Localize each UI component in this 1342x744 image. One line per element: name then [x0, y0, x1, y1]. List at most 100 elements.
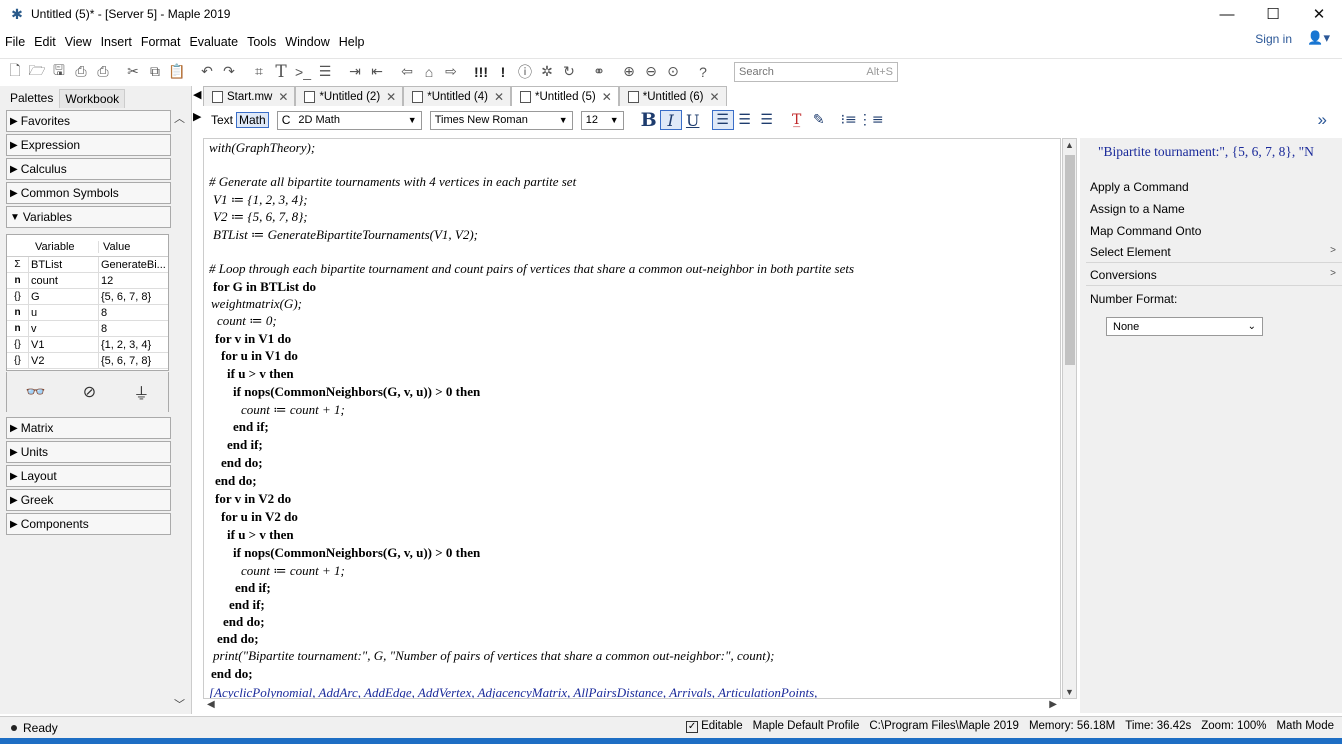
redo-icon[interactable]: ↷ — [218, 61, 240, 83]
worksheet-vertical-scrollbar[interactable]: ▲ ▼ — [1062, 138, 1077, 699]
hide-eye-icon[interactable]: ⊘ — [83, 382, 96, 402]
code-line[interactable]: end if; — [229, 596, 265, 613]
search-input[interactable] — [739, 65, 849, 78]
help-icon[interactable]: ? — [692, 61, 714, 83]
menu-help[interactable]: Help — [334, 35, 369, 49]
column-header-value[interactable]: Value — [99, 241, 168, 253]
code-line[interactable]: end if; — [227, 436, 263, 453]
insert-section-icon[interactable]: ☰ — [314, 61, 336, 83]
menu-insert[interactable]: Insert — [96, 35, 136, 49]
filter-icon[interactable]: ⏚ — [133, 380, 149, 404]
variable-row[interactable]: nu8 — [7, 304, 168, 321]
code-line[interactable]: V1 ≔ {1, 2, 3, 4}; — [213, 191, 308, 208]
copy-icon[interactable]: ⧉ — [144, 61, 166, 83]
context-panel-toggle-icon[interactable]: » — [1318, 110, 1327, 130]
code-line[interactable]: print("Bipartite tournament:", G, "Numbe… — [213, 647, 775, 664]
code-line[interactable]: BTList ≔ GenerateBipartiteTournaments(V1… — [213, 226, 478, 243]
code-line[interactable]: end do; — [223, 613, 265, 630]
code-line[interactable]: for v in V2 do — [215, 490, 291, 507]
highlight-icon[interactable]: ✎ — [808, 110, 830, 130]
menu-file[interactable]: File — [0, 35, 29, 49]
font-dropdown[interactable]: Times New Roman ▼ — [429, 110, 573, 130]
palette-variables[interactable]: ▼ Variables — [6, 206, 171, 228]
text-color-icon[interactable]: T̲ — [786, 110, 808, 130]
code-line[interactable]: if nops(CommonNeighbors(G, v, u)) > 0 th… — [233, 383, 480, 400]
code-line[interactable]: for v in V1 do — [215, 330, 291, 347]
tab-workbook[interactable]: Workbook — [59, 89, 126, 108]
forward-icon[interactable]: ⇨ — [440, 61, 462, 83]
code-line[interactable]: end do; — [221, 454, 263, 471]
code-line[interactable]: if u > v then — [227, 526, 294, 543]
maximize-button[interactable]: ☐ — [1250, 0, 1296, 28]
tab-untitled-2[interactable]: *Untitled (2) ✕ — [295, 86, 404, 106]
code-line[interactable]: for u in V2 do — [221, 508, 298, 525]
new-document-icon[interactable]: 🗋 — [4, 61, 26, 83]
align-center-button[interactable]: ☰ — [734, 110, 756, 130]
italic-button[interactable]: I — [659, 110, 682, 130]
paste-icon[interactable]: 📋 — [166, 61, 188, 83]
zoom-out-icon[interactable]: ⊖ — [640, 61, 662, 83]
code-line[interactable]: weightmatrix(G); — [211, 295, 302, 312]
insert-math-icon[interactable]: ⌗ — [248, 61, 270, 83]
code-line[interactable]: end if; — [233, 418, 269, 435]
number-format-dropdown[interactable]: None ⌄ — [1106, 317, 1263, 336]
comment-line[interactable]: # Generate all bipartite tournaments wit… — [209, 173, 576, 190]
worksheet-horizontal-scrollbar[interactable]: ◀ ▶ — [203, 699, 1061, 713]
print-icon[interactable]: ⎙ — [70, 61, 92, 83]
code-line[interactable]: end do; — [217, 630, 259, 647]
palette-units[interactable]: ▶ Units — [6, 441, 171, 463]
collapse-left-panel-icon[interactable]: ◀ — [193, 88, 201, 101]
math-mode-button[interactable]: Math — [236, 112, 269, 128]
scroll-down-icon[interactable]: ▼ — [1065, 687, 1074, 697]
style-dropdown[interactable]: C 2D Math ▼ — [276, 110, 422, 130]
palette-matrix[interactable]: ▶ Matrix — [6, 417, 171, 439]
indent-icon[interactable]: ⇥ — [344, 61, 366, 83]
palette-layout[interactable]: ▶ Layout — [6, 465, 171, 487]
open-folder-icon[interactable]: 🗁 — [26, 61, 48, 83]
palette-greek[interactable]: ▶ Greek — [6, 489, 171, 511]
code-line[interactable]: count ≔ count + 1; — [241, 562, 345, 579]
scroll-right-icon[interactable]: ▶ — [1049, 699, 1057, 710]
palettes-scrollbar[interactable]: ︿ ﹀ — [171, 108, 187, 714]
underline-button[interactable]: U — [682, 110, 704, 130]
scroll-up-icon[interactable]: ︿ — [174, 110, 185, 126]
variable-row[interactable]: n count 12 — [7, 272, 168, 289]
text-mode-button[interactable]: Text — [211, 113, 233, 127]
restart-icon[interactable]: ↻ — [558, 61, 580, 83]
close-tab-icon[interactable]: ✕ — [494, 90, 504, 104]
close-tab-icon[interactable]: ✕ — [602, 90, 612, 104]
expand-left-panel-icon[interactable]: ▶ — [193, 110, 201, 123]
conversions-item[interactable]: Conversions > — [1090, 268, 1340, 282]
scroll-up-icon[interactable]: ▲ — [1065, 140, 1074, 150]
variable-row[interactable]: nv8 — [7, 320, 168, 337]
assign-name-item[interactable]: Assign to a Name — [1090, 202, 1340, 216]
align-right-button[interactable]: ☰ — [756, 110, 778, 130]
menu-edit[interactable]: Edit — [29, 35, 60, 49]
bold-button[interactable]: B — [638, 109, 660, 131]
worksheet[interactable]: with(GraphTheory); # Generate all bipart… — [203, 138, 1061, 699]
select-element-item[interactable]: Select Element > — [1090, 245, 1340, 259]
tab-untitled-4[interactable]: *Untitled (4) ✕ — [403, 86, 511, 106]
palette-common-symbols[interactable]: ▶ Common Symbols — [6, 182, 171, 204]
menu-format[interactable]: Format — [136, 35, 185, 49]
align-left-button[interactable]: ☰ — [711, 110, 734, 130]
variable-row[interactable]: Σ BTList GenerateBi... — [7, 256, 168, 273]
glasses-icon[interactable]: 👓 — [26, 382, 46, 402]
close-tab-icon[interactable]: ✕ — [386, 90, 396, 104]
code-line[interactable]: end do; — [211, 665, 253, 682]
tab-start[interactable]: Start.mw ✕ — [203, 86, 296, 106]
sign-in-link[interactable]: Sign in — [1255, 32, 1292, 46]
menu-window[interactable]: Window — [280, 35, 333, 49]
palette-expression[interactable]: ▶ Expression — [6, 134, 171, 156]
undo-icon[interactable]: ↶ — [196, 61, 218, 83]
execute-icon[interactable]: ! — [492, 61, 514, 83]
numbered-list-icon[interactable]: ⋮≡ — [858, 110, 884, 130]
minimize-button[interactable]: — — [1204, 0, 1250, 28]
tab-palettes[interactable]: Palettes — [4, 88, 60, 108]
size-dropdown[interactable]: 12 ▼ — [580, 110, 624, 130]
save-icon[interactable]: 🖫 — [48, 61, 70, 83]
zoom-reset-icon[interactable]: ⊙ — [662, 61, 684, 83]
palette-components[interactable]: ▶ Components — [6, 513, 171, 535]
code-line[interactable]: for u in V1 do — [221, 347, 298, 364]
checkbox-checked-icon[interactable]: ✓ — [686, 720, 699, 733]
